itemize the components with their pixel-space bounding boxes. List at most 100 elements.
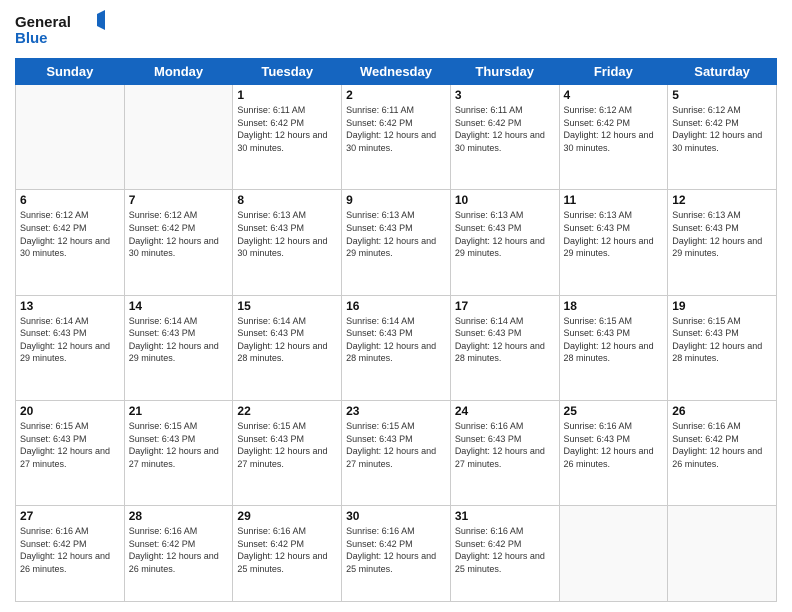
header: General Blue bbox=[15, 10, 777, 50]
calendar-day-header: Wednesday bbox=[342, 59, 451, 85]
calendar-header-row: SundayMondayTuesdayWednesdayThursdayFrid… bbox=[16, 59, 777, 85]
day-number: 7 bbox=[129, 193, 229, 207]
calendar-week-row: 13 Sunrise: 6:14 AM Sunset: 6:43 PM Dayli… bbox=[16, 295, 777, 400]
calendar-cell: 16 Sunrise: 6:14 AM Sunset: 6:43 PM Dayli… bbox=[342, 295, 451, 400]
calendar-cell: 7 Sunrise: 6:12 AM Sunset: 6:42 PM Daylig… bbox=[124, 190, 233, 295]
calendar-cell: 22Sunrise: 6:15 AM Sunset: 6:43 PM Dayli… bbox=[233, 400, 342, 505]
calendar-week-row: 20 Sunrise: 6:15 AM Sunset: 6:43 PM Dayli… bbox=[16, 400, 777, 505]
calendar-cell: 13 Sunrise: 6:14 AM Sunset: 6:43 PM Dayli… bbox=[16, 295, 125, 400]
cell-info: Sunrise: 6:15 AM Sunset: 6:43 PM Dayligh… bbox=[346, 420, 446, 470]
calendar-cell: 28 Sunrise: 6:16 AM Sunset: 6:42 PM Dayli… bbox=[124, 506, 233, 602]
calendar-day-header: Tuesday bbox=[233, 59, 342, 85]
cell-info: Sunrise: 6:16 AM Sunset: 6:43 PM Dayligh… bbox=[455, 420, 555, 470]
cell-info: Sunrise: 6:11 AM Sunset: 6:42 PM Dayligh… bbox=[346, 104, 446, 154]
calendar-cell: 29 Sunrise: 6:16 AM Sunset: 6:42 PM Dayli… bbox=[233, 506, 342, 602]
cell-info: Sunrise: 6:14 AM Sunset: 6:43 PM Dayligh… bbox=[20, 315, 120, 365]
day-number: 1 bbox=[237, 88, 337, 102]
day-number: 13 bbox=[20, 299, 120, 313]
cell-info: Sunrise: 6:11 AM Sunset: 6:42 PM Dayligh… bbox=[455, 104, 555, 154]
cell-info: Sunrise: 6:15 AM Sunset: 6:43 PM Dayligh… bbox=[672, 315, 772, 365]
cell-info: Sunrise: 6:16 AM Sunset: 6:42 PM Dayligh… bbox=[237, 525, 337, 575]
svg-text:General: General bbox=[15, 14, 71, 31]
cell-info: Sunrise: 6:13 AM Sunset: 6:43 PM Dayligh… bbox=[564, 209, 664, 259]
calendar-week-row: 6 Sunrise: 6:12 AM Sunset: 6:42 PM Daylig… bbox=[16, 190, 777, 295]
calendar-cell: 31 Sunrise: 6:16 AM Sunset: 6:42 PM Dayli… bbox=[450, 506, 559, 602]
day-number: 30 bbox=[346, 509, 446, 523]
calendar-cell: 4 Sunrise: 6:12 AM Sunset: 6:42 PM Daylig… bbox=[559, 85, 668, 190]
calendar-cell: 25Sunrise: 6:16 AM Sunset: 6:43 PM Dayli… bbox=[559, 400, 668, 505]
cell-info: Sunrise: 6:16 AM Sunset: 6:42 PM Dayligh… bbox=[346, 525, 446, 575]
calendar-day-header: Friday bbox=[559, 59, 668, 85]
cell-info: Sunrise: 6:14 AM Sunset: 6:43 PM Dayligh… bbox=[346, 315, 446, 365]
cell-info: Sunrise: 6:16 AM Sunset: 6:42 PM Dayligh… bbox=[672, 420, 772, 470]
cell-info: Sunrise: 6:16 AM Sunset: 6:42 PM Dayligh… bbox=[129, 525, 229, 575]
calendar-cell: 20 Sunrise: 6:15 AM Sunset: 6:43 PM Dayli… bbox=[16, 400, 125, 505]
calendar-cell: 12 Sunrise: 6:13 AM Sunset: 6:43 PM Dayli… bbox=[668, 190, 777, 295]
calendar-cell: 17 Sunrise: 6:14 AM Sunset: 6:43 PM Dayli… bbox=[450, 295, 559, 400]
calendar-week-row: 1 Sunrise: 6:11 AM Sunset: 6:42 PM Daylig… bbox=[16, 85, 777, 190]
calendar-day-header: Saturday bbox=[668, 59, 777, 85]
day-number: 12 bbox=[672, 193, 772, 207]
calendar-cell: 19Sunrise: 6:15 AM Sunset: 6:43 PM Dayli… bbox=[668, 295, 777, 400]
day-number: 27 bbox=[20, 509, 120, 523]
day-number: 6 bbox=[20, 193, 120, 207]
calendar-cell bbox=[124, 85, 233, 190]
calendar-cell: 2 Sunrise: 6:11 AM Sunset: 6:42 PM Daylig… bbox=[342, 85, 451, 190]
calendar-cell: 1 Sunrise: 6:11 AM Sunset: 6:42 PM Daylig… bbox=[233, 85, 342, 190]
day-number: 16 bbox=[346, 299, 446, 313]
calendar-cell: 30 Sunrise: 6:16 AM Sunset: 6:42 PM Dayli… bbox=[342, 506, 451, 602]
day-number: 3 bbox=[455, 88, 555, 102]
calendar-cell: 11 Sunrise: 6:13 AM Sunset: 6:43 PM Dayli… bbox=[559, 190, 668, 295]
calendar-cell: 9Sunrise: 6:13 AM Sunset: 6:43 PM Daylig… bbox=[342, 190, 451, 295]
day-number: 4 bbox=[564, 88, 664, 102]
day-number: 15 bbox=[237, 299, 337, 313]
cell-info: Sunrise: 6:16 AM Sunset: 6:43 PM Dayligh… bbox=[564, 420, 664, 470]
cell-info: Sunrise: 6:16 AM Sunset: 6:42 PM Dayligh… bbox=[20, 525, 120, 575]
calendar-cell bbox=[559, 506, 668, 602]
day-number: 22 bbox=[237, 404, 337, 418]
day-number: 26 bbox=[672, 404, 772, 418]
day-number: 17 bbox=[455, 299, 555, 313]
cell-info: Sunrise: 6:13 AM Sunset: 6:43 PM Dayligh… bbox=[672, 209, 772, 259]
cell-info: Sunrise: 6:12 AM Sunset: 6:42 PM Dayligh… bbox=[564, 104, 664, 154]
calendar-cell bbox=[668, 506, 777, 602]
day-number: 10 bbox=[455, 193, 555, 207]
day-number: 8 bbox=[237, 193, 337, 207]
day-number: 24 bbox=[455, 404, 555, 418]
cell-info: Sunrise: 6:12 AM Sunset: 6:42 PM Dayligh… bbox=[129, 209, 229, 259]
calendar-cell: 5Sunrise: 6:12 AM Sunset: 6:42 PM Daylig… bbox=[668, 85, 777, 190]
day-number: 20 bbox=[20, 404, 120, 418]
day-number: 2 bbox=[346, 88, 446, 102]
logo: General Blue bbox=[15, 10, 105, 50]
calendar-cell: 3 Sunrise: 6:11 AM Sunset: 6:42 PM Daylig… bbox=[450, 85, 559, 190]
calendar-cell bbox=[16, 85, 125, 190]
calendar-cell: 14 Sunrise: 6:14 AM Sunset: 6:43 PM Dayli… bbox=[124, 295, 233, 400]
calendar-cell: 21 Sunrise: 6:15 AM Sunset: 6:43 PM Dayli… bbox=[124, 400, 233, 505]
cell-info: Sunrise: 6:15 AM Sunset: 6:43 PM Dayligh… bbox=[20, 420, 120, 470]
cell-info: Sunrise: 6:13 AM Sunset: 6:43 PM Dayligh… bbox=[237, 209, 337, 259]
calendar-cell: 8 Sunrise: 6:13 AM Sunset: 6:43 PM Daylig… bbox=[233, 190, 342, 295]
day-number: 11 bbox=[564, 193, 664, 207]
day-number: 9 bbox=[346, 193, 446, 207]
calendar-cell: 10Sunrise: 6:13 AM Sunset: 6:43 PM Dayli… bbox=[450, 190, 559, 295]
calendar-day-header: Sunday bbox=[16, 59, 125, 85]
day-number: 28 bbox=[129, 509, 229, 523]
cell-info: Sunrise: 6:12 AM Sunset: 6:42 PM Dayligh… bbox=[672, 104, 772, 154]
cell-info: Sunrise: 6:14 AM Sunset: 6:43 PM Dayligh… bbox=[237, 315, 337, 365]
logo-svg: General Blue bbox=[15, 10, 105, 50]
cell-info: Sunrise: 6:16 AM Sunset: 6:42 PM Dayligh… bbox=[455, 525, 555, 575]
day-number: 14 bbox=[129, 299, 229, 313]
calendar-day-header: Monday bbox=[124, 59, 233, 85]
day-number: 31 bbox=[455, 509, 555, 523]
cell-info: Sunrise: 6:14 AM Sunset: 6:43 PM Dayligh… bbox=[129, 315, 229, 365]
day-number: 21 bbox=[129, 404, 229, 418]
cell-info: Sunrise: 6:15 AM Sunset: 6:43 PM Dayligh… bbox=[564, 315, 664, 365]
cell-info: Sunrise: 6:11 AM Sunset: 6:42 PM Dayligh… bbox=[237, 104, 337, 154]
page: General Blue SundayMondayTuesdayWednesda… bbox=[0, 0, 792, 612]
day-number: 29 bbox=[237, 509, 337, 523]
svg-text:Blue: Blue bbox=[15, 30, 48, 47]
calendar-cell: 24 Sunrise: 6:16 AM Sunset: 6:43 PM Dayli… bbox=[450, 400, 559, 505]
day-number: 23 bbox=[346, 404, 446, 418]
cell-info: Sunrise: 6:14 AM Sunset: 6:43 PM Dayligh… bbox=[455, 315, 555, 365]
cell-info: Sunrise: 6:15 AM Sunset: 6:43 PM Dayligh… bbox=[129, 420, 229, 470]
